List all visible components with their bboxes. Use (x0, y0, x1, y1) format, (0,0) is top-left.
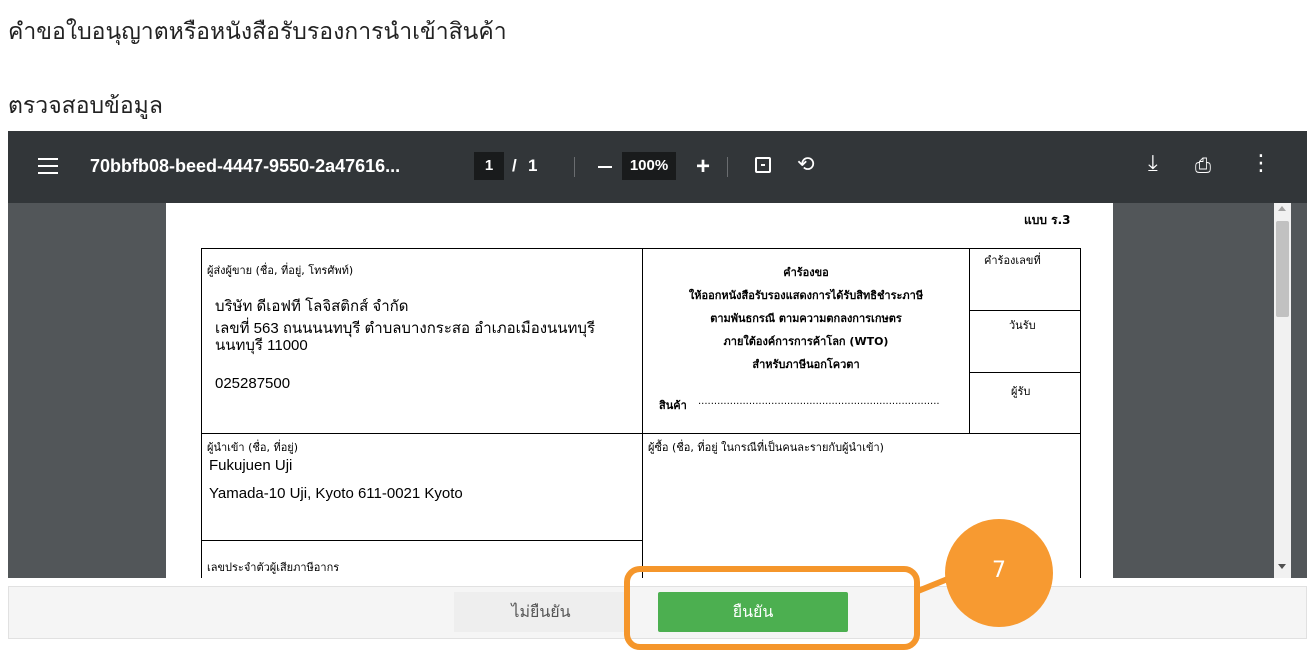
step-badge: 7 (945, 519, 1053, 627)
sender-name: บริษัท ดีเอฟที โลจิสติกส์ จำกัด (215, 298, 409, 315)
menu-icon[interactable] (38, 158, 58, 174)
rotate-icon[interactable]: ⟲ (797, 152, 815, 176)
request-title: คำร้องขอ (783, 266, 829, 279)
more-icon[interactable]: ⋮ (1250, 151, 1272, 176)
goods-label: สินค้า (659, 399, 687, 412)
importer-address: Yamada-10 Uji, Kyoto 611-0021 Kyoto (209, 485, 463, 502)
sender-address-2: นนทบุรี 11000 (215, 337, 308, 354)
print-icon[interactable]: ⎙ (1195, 153, 1211, 177)
scrollbar-thumb[interactable] (1276, 221, 1289, 317)
receiver-label: ผู้รับ (1011, 385, 1031, 398)
received-date-label: วันรับ (1009, 319, 1036, 332)
request-line-1: ให้ออกหนังสือรับรองแสดงการได้รับสิทธิชำร… (688, 289, 924, 302)
request-line-3: ภายใต้องค์การการค้าโลก (WTO) (723, 335, 889, 348)
tax-id-label: เลขประจำตัวผู้เสียภาษีอากร (207, 561, 340, 574)
importer-label: ผู้นำเข้า (ชื่อ, ที่อยู่) (207, 441, 299, 454)
request-no-label: คำร้องเลขที่ (984, 254, 1041, 267)
pdf-filename: 70bbfb08-beed-4447-9550-2a47616... (90, 156, 401, 176)
toolbar-divider (574, 157, 575, 177)
request-line-2: ตามพันธกรณี ตามความตกลงการเกษตร (710, 312, 902, 325)
section-title: ตรวจสอบข้อมูล (8, 93, 163, 119)
toolbar-divider (727, 157, 728, 177)
goods-blank: ........................................… (698, 396, 940, 407)
buyer-label: ผู้ซื้อ (ชื่อ, ที่อยู่ ในกรณีที่เป็นคนละ… (648, 441, 884, 454)
sender-phone: 025287500 (215, 375, 291, 392)
highlight-box (624, 566, 920, 650)
scroll-down-icon[interactable] (1278, 564, 1286, 569)
cancel-button[interactable]: ไม่ยืนยัน (454, 592, 628, 632)
zoom-in-icon[interactable]: + (696, 153, 710, 181)
sender-label: ผู้ส่งผู้ขาย (ชื่อ, ที่อยู่, โทรศัพท์) (207, 264, 354, 277)
page-total: 1 (528, 156, 538, 175)
importer-name: Fukujuen Uji (209, 457, 293, 474)
page-title: คำขอใบอนุญาตหรือหนังสือรับรองการนำเข้าสิ… (8, 19, 507, 45)
zoom-input[interactable]: 100% (622, 152, 676, 180)
pdf-viewer[interactable]: 70bbfb08-beed-4447-9550-2a47616... 1 / 1… (8, 131, 1307, 578)
pdf-page: แบบ ร.3 ผู้ส่งผู้ขาย (ชื่อ, ที่อยู่, โทร… (166, 203, 1113, 578)
request-line-4: สำหรับภาษีนอกโควตา (752, 358, 860, 371)
zoom-out-icon[interactable] (598, 166, 612, 168)
page-number-input[interactable]: 1 (474, 152, 504, 180)
scroll-up-icon[interactable] (1278, 206, 1286, 211)
form-code: แบบ ร.3 (1024, 213, 1071, 227)
page-separator: / (512, 156, 517, 175)
download-icon[interactable]: ⤓ (1148, 151, 1158, 176)
pdf-toolbar: 70bbfb08-beed-4447-9550-2a47616... 1 / 1… (8, 131, 1307, 203)
fit-page-icon[interactable] (755, 157, 771, 173)
